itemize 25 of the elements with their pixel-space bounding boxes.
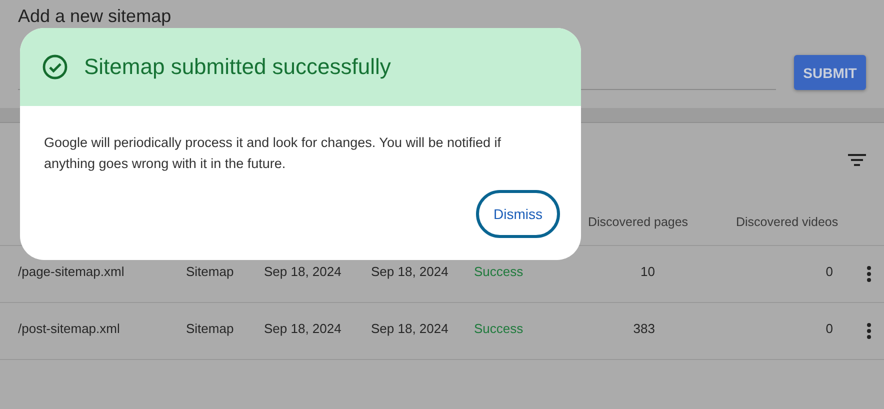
table-cell: Sep 18, 2024 [371,321,448,336]
table-cell: Sitemap [186,321,234,336]
table-cell: 10 [640,264,655,279]
column-header: Discovered pages [588,215,688,229]
table-cell: Sep 18, 2024 [264,321,342,336]
table-cell: /page-sitemap.xml [18,264,124,279]
section-title: Add a new sitemap [18,5,172,27]
table-cell: 0 [826,264,833,279]
table-cell: 383 [633,321,655,336]
status-cell: Success [474,321,524,336]
table-cell: /post-sitemap.xml [18,321,120,336]
table-cell: Sitemap [186,264,234,279]
table-cell: Sep 18, 2024 [371,264,448,279]
submit-button[interactable]: SUBMIT [794,55,866,90]
status-cell: Success [474,264,524,279]
dialog-message: Google will periodically process it and look for changes. You will be notified if anything goes wrong with it in the future. [43,134,502,173]
check-circle-icon [42,54,68,80]
more-icon[interactable] [867,266,871,282]
more-icon[interactable] [867,323,871,339]
dialog-title: Sitemap submitted successfully [84,54,391,80]
dismiss-button[interactable]: Dismiss [476,190,560,238]
column-header: Discovered videos [736,215,838,229]
filter-icon[interactable] [848,154,866,166]
table-cell: 0 [826,321,833,336]
table-cell: Sep 18, 2024 [264,264,342,279]
